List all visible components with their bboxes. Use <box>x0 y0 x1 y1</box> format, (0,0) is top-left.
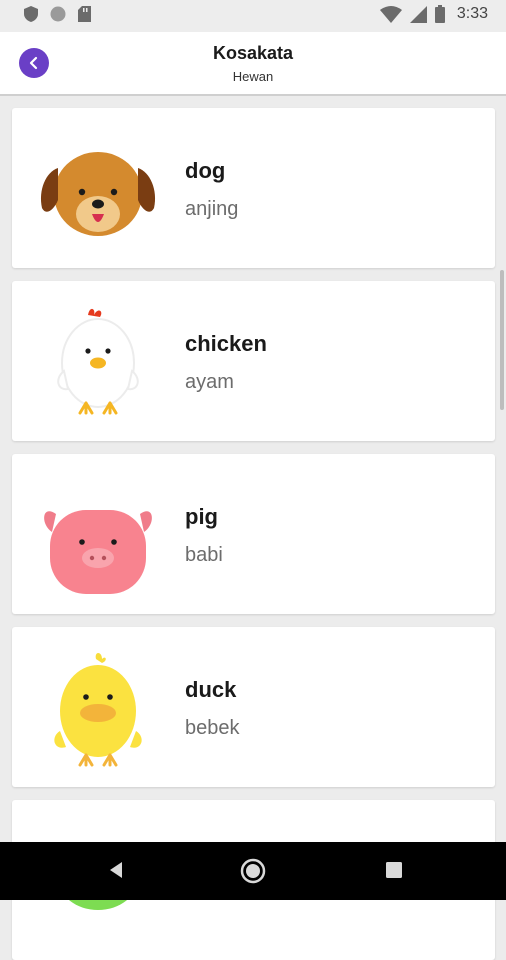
page-title: Kosakata <box>212 43 294 63</box>
vocab-meaning: ayam <box>185 371 234 393</box>
sd-card-icon <box>78 6 91 22</box>
recents-square-icon <box>386 862 402 878</box>
home-circle-icon <box>240 858 266 884</box>
vocab-meaning: babi <box>185 544 223 566</box>
status-bar: 3:33 <box>0 0 506 32</box>
back-triangle-icon <box>110 862 122 878</box>
signal-icon <box>409 5 427 23</box>
vocab-card-duck[interactable]: duck bebek <box>12 627 495 787</box>
page-subtitle: Hewan <box>232 69 274 84</box>
duck-icon <box>54 653 142 767</box>
vocab-word: duck <box>185 677 237 702</box>
scrollbar[interactable] <box>500 270 504 410</box>
app-bar: Kosakata Hewan <box>0 32 506 96</box>
shield-icon <box>24 6 38 22</box>
nav-back-button[interactable] <box>104 856 126 889</box>
vocab-card-chicken[interactable]: chicken ayam <box>12 281 495 441</box>
dog-icon <box>40 152 156 236</box>
vocab-word: chicken <box>185 331 267 356</box>
nav-home-button[interactable] <box>238 856 268 891</box>
vocab-card-pig[interactable]: pig babi <box>12 454 495 614</box>
vocab-card-dog[interactable]: dog anjing <box>12 108 495 268</box>
pig-icon <box>44 510 152 594</box>
vocab-meaning: bebek <box>185 717 240 739</box>
battery-icon <box>434 5 445 23</box>
chicken-icon <box>57 308 139 415</box>
vocab-meaning: anjing <box>185 198 239 220</box>
circle-icon <box>50 6 66 22</box>
nav-recents-button[interactable] <box>382 856 406 889</box>
wifi-icon <box>379 5 402 23</box>
nav-bar <box>0 842 506 900</box>
vocab-word: dog <box>185 158 226 183</box>
vocab-word: pig <box>185 504 218 529</box>
status-time: 3:33 <box>456 5 488 22</box>
